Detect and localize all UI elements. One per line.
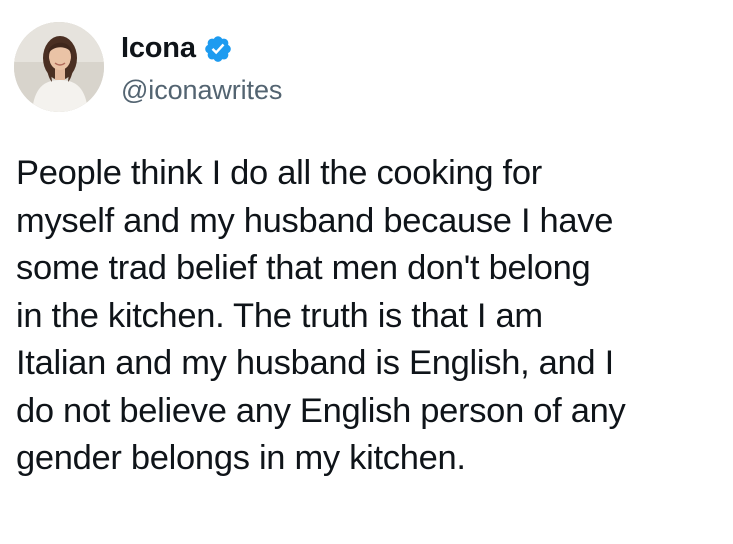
name-row: Icona xyxy=(121,29,282,69)
author-handle[interactable]: @iconawrites xyxy=(121,75,282,106)
tweet-header: Icona @iconawrites xyxy=(14,22,282,112)
tweet-card: Icona @iconawrites People think I do all… xyxy=(0,0,733,544)
author-identity: Icona @iconawrites xyxy=(121,29,282,106)
tweet-text: People think I do all the cooking for my… xyxy=(16,154,626,477)
display-name[interactable]: Icona xyxy=(121,32,196,65)
avatar[interactable] xyxy=(14,22,104,112)
verified-badge-icon xyxy=(203,34,233,64)
avatar-photo xyxy=(14,22,104,112)
